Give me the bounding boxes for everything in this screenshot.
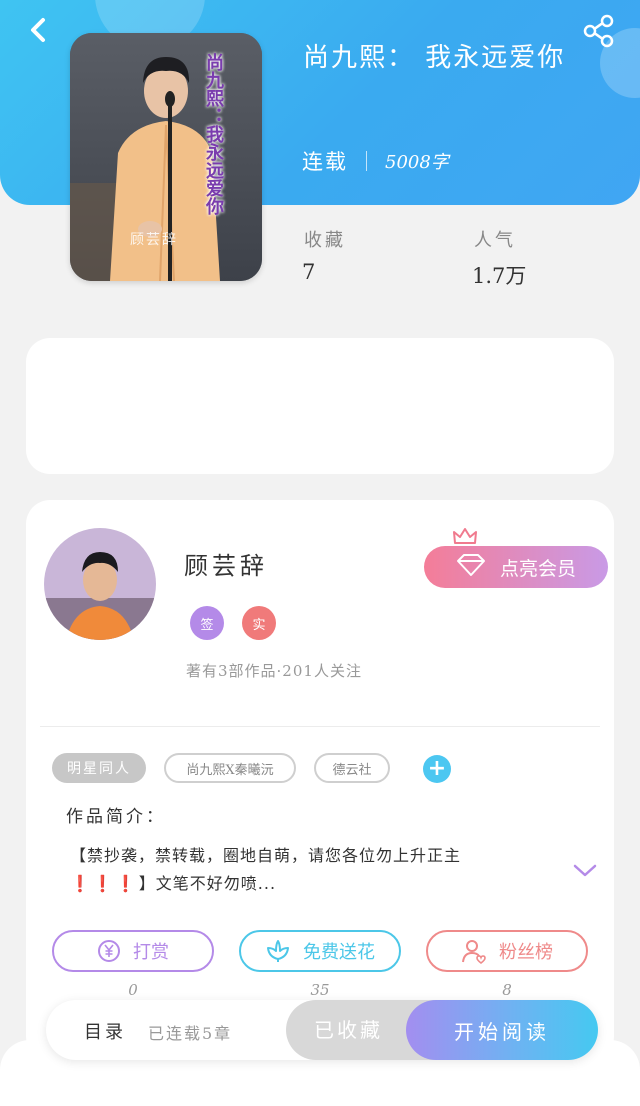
signed-badge: 签 — [190, 606, 224, 640]
fan-user-icon — [462, 940, 486, 964]
book-cover-image[interactable]: 尚九熙：我永远爱你 顾芸辞 — [70, 33, 262, 281]
add-tag-icon[interactable]: + — [423, 755, 451, 783]
reward-count: 0 — [128, 981, 138, 999]
verified-badge: 实 — [242, 606, 276, 640]
book-status-row: 连载 5008字 — [302, 146, 449, 176]
yen-coin-icon — [98, 940, 120, 962]
book-title: 尚九熙： 我永远爱你 — [303, 43, 566, 73]
tag-category[interactable]: 明星同人 — [52, 753, 146, 783]
chapter-count: 已连载5章 — [148, 1024, 233, 1043]
fan-count: 8 — [502, 981, 512, 999]
popularity-count: 1.7万 — [472, 264, 527, 288]
favorites-count: 7 — [302, 260, 316, 284]
tag-group[interactable]: 德云社 — [314, 753, 390, 783]
fan-ranking-button-label: 粉丝榜 — [499, 942, 553, 963]
table-of-contents-button[interactable]: 目录 — [84, 1018, 126, 1044]
tag-pairing[interactable]: 尚九熙X秦曦沅 — [164, 753, 296, 783]
avatar[interactable] — [44, 528, 156, 640]
fan-ranking-button[interactable]: 粉丝榜 — [426, 930, 588, 972]
reward-button-label: 打赏 — [133, 942, 169, 963]
author-card: 顾芸辞 签 实 著有3部作品·201人关注 点亮会员 明星同人 尚九熙X秦曦沅 … — [26, 500, 614, 1060]
flower-icon — [267, 940, 289, 962]
status-divider — [366, 151, 367, 171]
author-stats: 著有3部作品·201人关注 — [186, 662, 362, 680]
intro-line-2: 】文笔不好勿喷... — [138, 874, 277, 893]
cover-overlay-title: 尚九熙：我永远爱你 — [203, 53, 224, 215]
intro-label: 作品简介： — [66, 807, 166, 827]
send-flower-button-label: 免费送花 — [303, 942, 375, 963]
word-count: 5008字 — [385, 152, 449, 173]
intro-line-1: 【禁抄袭，禁转载，圈地自萌，请您各位勿上升正主 — [70, 846, 462, 865]
diamond-icon — [456, 553, 486, 582]
empty-banner-card — [26, 338, 614, 474]
popularity-label: 人气 — [474, 230, 516, 251]
back-icon[interactable] — [22, 12, 58, 48]
cover-watermark: 顾芸辞 — [130, 232, 178, 248]
chevron-down-icon[interactable] — [572, 862, 598, 880]
author-name[interactable]: 顾芸辞 — [184, 546, 268, 581]
intro-text: 【禁抄袭，禁转载，圈地自萌，请您各位勿上升正主 ❗❗❗】文笔不好勿喷... — [70, 842, 550, 898]
vip-button[interactable]: 点亮会员 — [424, 546, 608, 588]
start-reading-button[interactable]: 开始阅读 — [406, 1000, 598, 1060]
send-flower-button[interactable]: 免费送花 — [239, 930, 401, 972]
exclamation-marks: ❗❗❗ — [70, 874, 139, 893]
reward-button[interactable]: 打赏 — [52, 930, 214, 972]
section-divider — [40, 726, 600, 727]
vip-button-label: 点亮会员 — [499, 557, 576, 580]
bottom-action-bar: 目录 已连载5章 已收藏 开始阅读 — [46, 1000, 598, 1060]
favorites-label: 收藏 — [304, 230, 346, 251]
intro-line-2-row: ❗❗❗】文笔不好勿喷... — [70, 870, 550, 898]
flower-count: 35 — [310, 981, 330, 999]
share-icon[interactable] — [580, 12, 618, 50]
serial-status: 连载 — [302, 150, 348, 174]
